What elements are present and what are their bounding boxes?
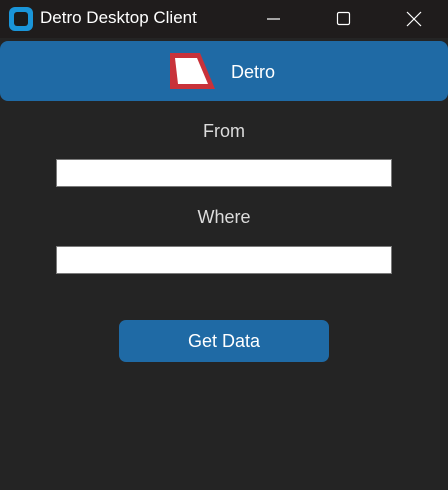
minimize-button[interactable] xyxy=(250,0,296,38)
app-window: Detro Desktop Client Detro From Where Ge… xyxy=(0,0,448,490)
from-input[interactable] xyxy=(56,159,392,187)
close-button[interactable] xyxy=(390,0,436,38)
get-data-button[interactable]: Get Data xyxy=(119,320,329,362)
header-bar: Detro xyxy=(0,41,448,101)
maximize-icon xyxy=(336,11,351,26)
detro-logo-icon xyxy=(170,53,215,89)
close-icon xyxy=(406,11,422,27)
where-input[interactable] xyxy=(56,246,392,274)
from-label: From xyxy=(203,121,245,141)
title-bar[interactable]: Detro Desktop Client xyxy=(0,0,448,38)
window-title: Detro Desktop Client xyxy=(40,8,197,27)
header-title: Detro xyxy=(231,62,276,82)
minimize-icon xyxy=(267,18,280,20)
where-label: Where xyxy=(197,207,251,227)
maximize-button[interactable] xyxy=(320,0,366,38)
app-icon xyxy=(9,7,33,31)
